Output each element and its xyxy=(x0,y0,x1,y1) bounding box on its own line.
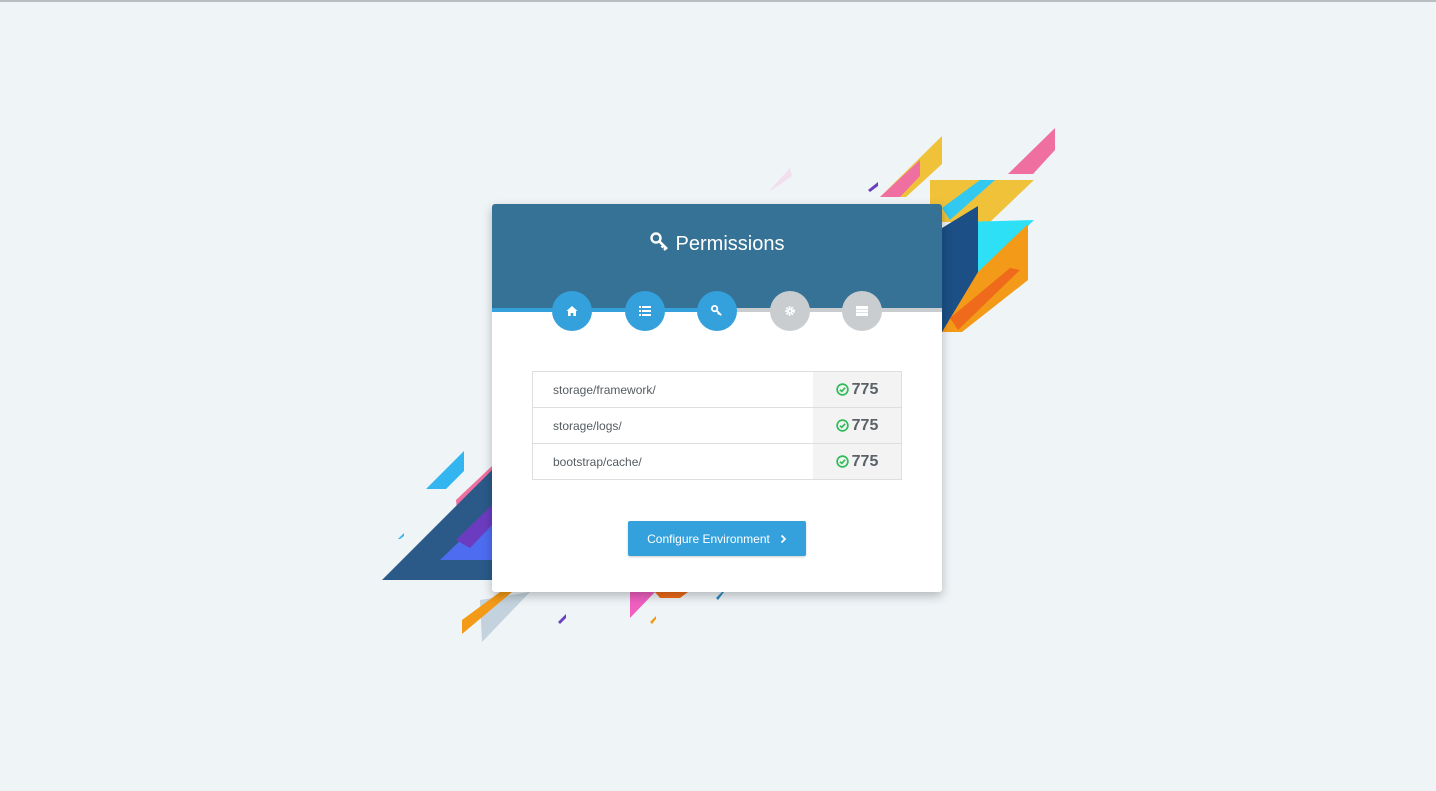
table-row: storage/logs/ 775 xyxy=(533,407,901,443)
permission-value-cell: 775 xyxy=(813,408,901,443)
table-row: bootstrap/cache/ 775 xyxy=(533,443,901,479)
step-final[interactable] xyxy=(842,291,882,331)
table-row: storage/framework/ 775 xyxy=(533,372,901,407)
permission-value: 775 xyxy=(851,380,879,398)
permission-value: 775 xyxy=(851,452,879,470)
check-circle-icon xyxy=(835,383,849,396)
chevron-right-icon xyxy=(780,531,787,547)
permissions-table: storage/framework/ 775 storage/logs/ 775… xyxy=(532,371,902,480)
permission-value-cell: 775 xyxy=(813,372,901,407)
permission-path: storage/logs/ xyxy=(553,418,622,433)
configure-environment-button[interactable]: Configure Environment xyxy=(628,521,806,556)
progress-complete xyxy=(492,308,717,312)
permission-path: bootstrap/cache/ xyxy=(553,454,642,469)
step-permissions[interactable] xyxy=(697,291,737,331)
key-icon xyxy=(711,305,722,316)
home-icon xyxy=(566,306,578,316)
step-requirements[interactable] xyxy=(625,291,665,331)
step-environment[interactable] xyxy=(770,291,810,331)
permission-value-cell: 775 xyxy=(813,444,901,479)
check-circle-icon xyxy=(835,419,849,432)
page-title-text: Permissions xyxy=(675,233,785,255)
page-title: Permissions xyxy=(492,232,942,258)
list-icon xyxy=(639,306,651,316)
progress-remaining xyxy=(717,308,942,312)
configure-environment-label: Configure Environment xyxy=(647,531,770,546)
installer-card: Permissions storage/framework/ 775 stora… xyxy=(492,204,942,592)
server-icon xyxy=(856,306,868,316)
permission-value: 775 xyxy=(851,416,879,434)
permission-path: storage/framework/ xyxy=(553,382,656,397)
key-icon xyxy=(649,232,670,258)
step-home[interactable] xyxy=(552,291,592,331)
check-circle-icon xyxy=(835,455,849,468)
gear-icon xyxy=(785,306,795,316)
